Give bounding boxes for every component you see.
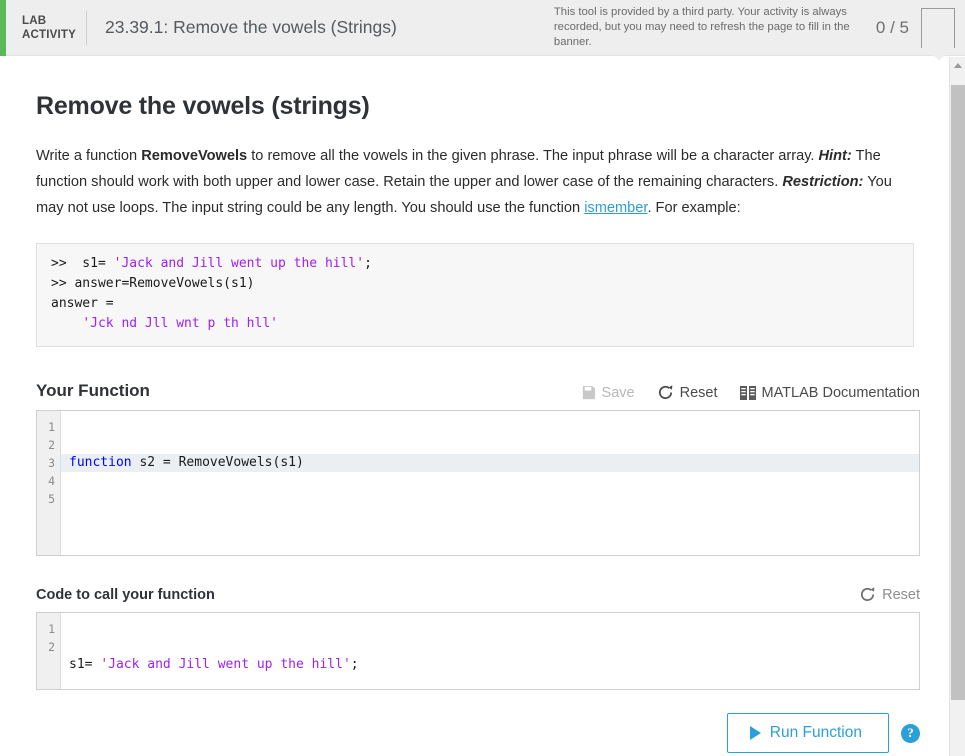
banner-accent-bar	[0, 0, 6, 56]
book-icon	[740, 386, 756, 400]
main-content: Remove the vowels (strings) Write a func…	[0, 56, 938, 753]
call-function-title: Code to call your function	[36, 587, 215, 603]
third-party-note: This tool is provided by a third party. …	[554, 5, 874, 50]
line-number: 4	[37, 472, 55, 490]
desc-function-name: RemoveVowels	[141, 148, 247, 164]
example-console-block: >> s1= 'Jack and Jill went up the hill';…	[36, 243, 914, 347]
scroll-up-arrow-icon[interactable]	[950, 57, 965, 74]
play-icon	[750, 726, 761, 740]
lab-activity-page: LAB ACTIVITY 23.39.1: Remove the vowels …	[0, 0, 965, 756]
function-code-area[interactable]: function s2 = RemoveVowels(s1) % You sol…	[61, 411, 919, 555]
your-function-title: Your Function	[36, 381, 150, 401]
example-prompt-1: >> s1=	[51, 256, 114, 271]
desc-part-5: . For example:	[647, 200, 740, 216]
activity-title: 23.39.1: Remove the vowels (Strings)	[105, 17, 397, 38]
footer-actions: Run Function ?	[36, 713, 920, 753]
reset-call-button[interactable]: Reset	[859, 586, 920, 603]
call-line-1-pre: s1=	[69, 657, 100, 672]
shield-badge-icon	[921, 8, 955, 48]
lab-banner: LAB ACTIVITY 23.39.1: Remove the vowels …	[0, 0, 965, 56]
code-line-1-rest: s2 = RemoveVowels(s1)	[132, 455, 304, 470]
save-label: Save	[602, 385, 635, 401]
example-line-2: >> answer=RemoveVowels(s1)	[51, 274, 913, 294]
example-string-4: 'Jck nd Jll wnt p th hll'	[82, 316, 278, 331]
line-number: 2	[37, 638, 55, 656]
function-editor-gutter: 12345	[37, 411, 61, 555]
page-scrollbar[interactable]	[949, 57, 965, 756]
reset-call-label: Reset	[882, 587, 920, 603]
matlab-documentation-link[interactable]: MATLAB Documentation	[740, 385, 921, 401]
line-number: 2	[37, 436, 55, 454]
call-function-header-row: Code to call your function Reset	[36, 586, 920, 603]
example-string-1: 'Jack and Jill went up the hill'	[114, 256, 364, 271]
refresh-icon	[657, 384, 674, 401]
score-display: 0 / 5	[876, 18, 909, 38]
matlab-documentation-label: MATLAB Documentation	[762, 385, 921, 401]
reset-function-button[interactable]: Reset	[657, 384, 718, 401]
desc-hint-label: Hint:	[819, 148, 852, 164]
function-code-editor[interactable]: 12345 function s2 = RemoveVowels(s1) % Y…	[36, 410, 920, 556]
call-line-1-end: ;	[351, 657, 359, 672]
example-indent-4	[51, 316, 82, 331]
run-function-button[interactable]: Run Function	[727, 713, 889, 753]
problem-description: Write a function RemoveVowels to remove …	[36, 143, 898, 221]
refresh-icon	[859, 586, 876, 603]
floppy-disk-icon	[581, 385, 596, 400]
reset-function-label: Reset	[680, 385, 718, 401]
example-line-3: answer =	[51, 294, 913, 314]
line-number: 3	[37, 454, 55, 472]
keyword-function: function	[69, 455, 132, 470]
ismember-link[interactable]: ismember	[584, 200, 647, 216]
banner-right-group: This tool is provided by a third party. …	[554, 5, 965, 50]
desc-restriction-label: Restriction:	[782, 174, 863, 190]
save-button[interactable]: Save	[581, 385, 635, 401]
call-line-1-string: 'Jack and Jill went up the hill'	[100, 657, 350, 672]
page-title: Remove the vowels (strings)	[36, 92, 898, 121]
run-function-label: Run Function	[770, 724, 862, 742]
code-line-1: function s2 = RemoveVowels(s1)	[61, 454, 919, 472]
example-line-4: 'Jck nd Jll wnt p th hll'	[51, 314, 913, 334]
example-line-1: >> s1= 'Jack and Jill went up the hill';	[51, 254, 913, 274]
your-function-header-row: Your Function Save Reset	[36, 381, 920, 401]
call-code-editor[interactable]: 12 s1= 'Jack and Jill went up the hill';…	[36, 612, 920, 690]
desc-part-2: to remove all the vowels in the given ph…	[247, 148, 818, 164]
call-editor-gutter: 12	[37, 613, 61, 689]
desc-part-1: Write a function	[36, 148, 141, 164]
example-semicolon-1: ;	[364, 256, 372, 271]
call-toolbar: Reset	[859, 586, 920, 603]
scrollbar-thumb[interactable]	[951, 85, 965, 700]
line-number: 1	[37, 620, 55, 638]
line-number: 5	[37, 490, 55, 508]
question-mark-icon[interactable]: ?	[901, 724, 920, 743]
editor-toolbar: Save Reset MATLAB Documentation	[581, 384, 920, 401]
banner-divider	[86, 11, 87, 45]
line-number: 1	[37, 418, 55, 436]
lab-activity-label: LAB ACTIVITY	[22, 14, 74, 42]
call-code-area[interactable]: s1= 'Jack and Jill went up the hill'; an…	[61, 613, 919, 689]
code-line-2	[61, 508, 919, 526]
call-code-line-1: s1= 'Jack and Jill went up the hill';	[61, 656, 919, 674]
